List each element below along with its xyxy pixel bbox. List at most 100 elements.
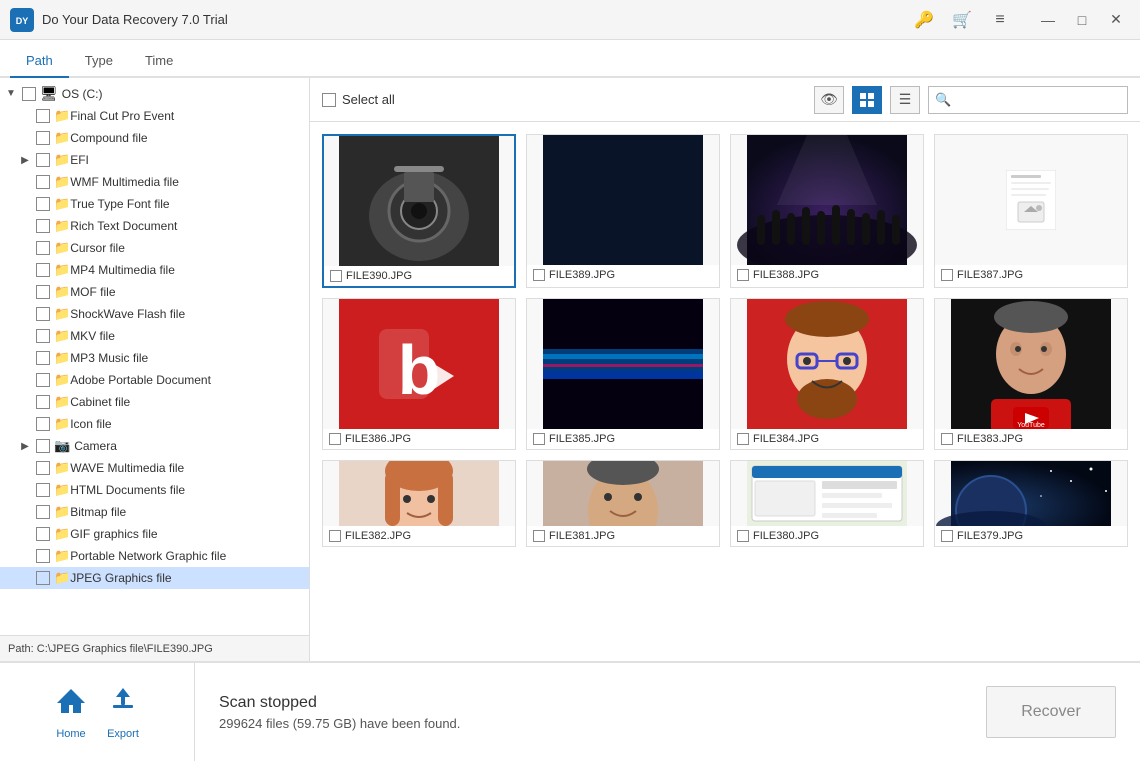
cell-checkbox-file384[interactable] [737, 433, 749, 445]
grid-cell-file389[interactable]: FILE389.JPG [526, 134, 720, 288]
cell-checkbox-file387[interactable] [941, 269, 953, 281]
cell-checkbox-file379[interactable] [941, 530, 953, 542]
cell-label-file380: FILE380.JPG [731, 526, 923, 546]
key-icon[interactable]: 🔑 [910, 6, 938, 34]
search-input[interactable] [928, 86, 1128, 114]
list-item[interactable]: 📁 WMF Multimedia file [0, 171, 309, 193]
cell-checkbox-file382[interactable] [329, 530, 341, 542]
tab-path[interactable]: Path [10, 45, 69, 78]
item-checkbox[interactable] [36, 527, 50, 541]
root-expand[interactable]: ▼ [4, 87, 18, 101]
item-checkbox[interactable] [36, 153, 50, 167]
list-item[interactable]: 📁 JPEG Graphics file [0, 567, 309, 589]
cell-filename-file381: FILE381.JPG [549, 530, 615, 542]
menu-icon[interactable]: ≡ [986, 6, 1014, 34]
item-checkbox[interactable] [36, 439, 50, 453]
list-item[interactable]: 📁 MP3 Music file [0, 347, 309, 369]
list-item[interactable]: 📁 Final Cut Pro Event [0, 105, 309, 127]
grid-cell-file383[interactable]: YouTube FILE383.JPG [934, 298, 1128, 450]
item-checkbox[interactable] [36, 263, 50, 277]
cell-checkbox-file389[interactable] [533, 269, 545, 281]
cell-checkbox-file380[interactable] [737, 530, 749, 542]
list-item[interactable]: 📁 HTML Documents file [0, 479, 309, 501]
list-item[interactable]: 📁 Icon file [0, 413, 309, 435]
cell-checkbox-file383[interactable] [941, 433, 953, 445]
select-all-label: Select all [342, 92, 395, 107]
list-item[interactable]: 📁 MOF file [0, 281, 309, 303]
close-button[interactable]: ✕ [1102, 9, 1130, 31]
list-item[interactable]: 📁 Cabinet file [0, 391, 309, 413]
maximize-button[interactable]: □ [1068, 9, 1096, 31]
grid-cell-file388[interactable]: FILE388.JPG [730, 134, 924, 288]
select-all[interactable]: Select all [322, 92, 395, 107]
item-checkbox[interactable] [36, 329, 50, 343]
list-item[interactable]: 📁 Cursor file [0, 237, 309, 259]
item-checkbox[interactable] [36, 351, 50, 365]
item-checkbox[interactable] [36, 307, 50, 321]
list-item[interactable]: 📁 Rich Text Document [0, 215, 309, 237]
item-checkbox[interactable] [36, 219, 50, 233]
item-checkbox[interactable] [36, 285, 50, 299]
list-item[interactable]: 📁 Adobe Portable Document [0, 369, 309, 391]
cell-filename-file387: FILE387.JPG [957, 269, 1023, 281]
item-checkbox[interactable] [36, 549, 50, 563]
item-checkbox[interactable] [36, 197, 50, 211]
list-item[interactable]: ▶ 📁 EFI [0, 149, 309, 171]
item-checkbox[interactable] [36, 241, 50, 255]
view-list-button[interactable]: ☰ [890, 86, 920, 114]
view-grid-button[interactable] [852, 86, 882, 114]
item-expand[interactable]: ▶ [18, 439, 32, 453]
item-checkbox[interactable] [36, 109, 50, 123]
recover-button[interactable]: Recover [986, 686, 1116, 738]
list-item[interactable]: 📁 WAVE Multimedia file [0, 457, 309, 479]
item-checkbox[interactable] [36, 461, 50, 475]
item-checkbox[interactable] [36, 571, 50, 585]
file-grid[interactable]: FILE390.JPG FILE389.JPG [310, 122, 1140, 661]
list-item[interactable]: 📁 Portable Network Graphic file [0, 545, 309, 567]
cell-checkbox-file381[interactable] [533, 530, 545, 542]
tree-root[interactable]: ▼ 🖥 OS (C:) [0, 82, 309, 105]
item-checkbox[interactable] [36, 175, 50, 189]
list-item[interactable]: 📁 True Type Font file [0, 193, 309, 215]
cell-filename-file385: FILE385.JPG [549, 433, 615, 445]
list-item[interactable]: 📁 GIF graphics file [0, 523, 309, 545]
grid-cell-file387[interactable]: FILE387.JPG [934, 134, 1128, 288]
item-checkbox[interactable] [36, 505, 50, 519]
cell-label-file389: FILE389.JPG [527, 265, 719, 285]
view-preview-button[interactable]: 👁 [814, 86, 844, 114]
item-checkbox[interactable] [36, 373, 50, 387]
grid-cell-file381[interactable]: FILE381.JPG [526, 460, 720, 547]
select-all-checkbox[interactable] [322, 93, 336, 107]
list-item[interactable]: 📁 Bitmap file [0, 501, 309, 523]
tab-type[interactable]: Type [69, 45, 129, 78]
item-expand[interactable]: ▶ [18, 153, 32, 167]
cart-icon[interactable]: 🛒 [948, 6, 976, 34]
grid-cell-file390[interactable]: FILE390.JPG [322, 134, 516, 288]
cell-checkbox-file390[interactable] [330, 270, 342, 282]
item-checkbox[interactable] [36, 417, 50, 431]
list-item[interactable]: 📁 ShockWave Flash file [0, 303, 309, 325]
tab-time[interactable]: Time [129, 45, 189, 78]
list-item[interactable]: 📁 MP4 Multimedia file [0, 259, 309, 281]
cell-checkbox-file385[interactable] [533, 433, 545, 445]
list-item[interactable]: 📁 MKV file [0, 325, 309, 347]
grid-cell-file385[interactable]: FILE385.JPG [526, 298, 720, 450]
grid-cell-file386[interactable]: b FILE386.JPG [322, 298, 516, 450]
home-button[interactable]: Home [55, 685, 87, 740]
main-content: ▼ 🖥 OS (C:) 📁 Final Cut Pro Event 📁 Comp… [0, 78, 1140, 661]
export-button[interactable]: Export [107, 685, 139, 740]
list-item[interactable]: 📁 Compound file [0, 127, 309, 149]
grid-cell-file379[interactable]: FILE379.JPG [934, 460, 1128, 547]
grid-cell-file384[interactable]: FILE384.JPG [730, 298, 924, 450]
tree-container[interactable]: ▼ 🖥 OS (C:) 📁 Final Cut Pro Event 📁 Comp… [0, 78, 309, 635]
cell-checkbox-file388[interactable] [737, 269, 749, 281]
cell-checkbox-file386[interactable] [329, 433, 341, 445]
root-checkbox[interactable] [22, 87, 36, 101]
grid-cell-file380[interactable]: FILE380.JPG [730, 460, 924, 547]
grid-cell-file382[interactable]: FILE382.JPG [322, 460, 516, 547]
list-item[interactable]: ▶ 📷 Camera [0, 435, 309, 457]
item-checkbox[interactable] [36, 131, 50, 145]
minimize-button[interactable]: — [1034, 9, 1062, 31]
item-checkbox[interactable] [36, 483, 50, 497]
item-checkbox[interactable] [36, 395, 50, 409]
